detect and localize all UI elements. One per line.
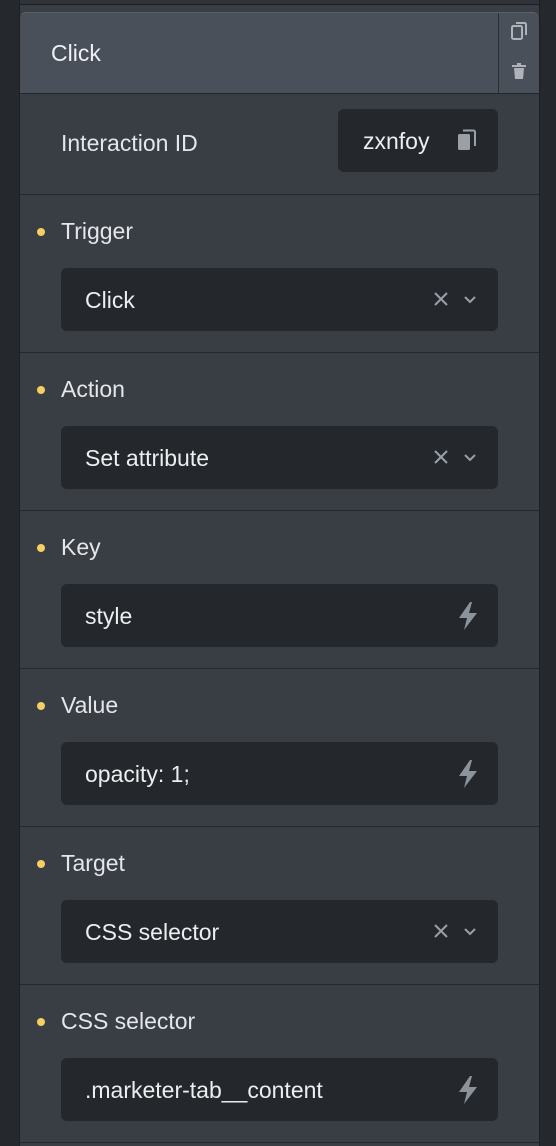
target-label: Target	[61, 850, 125, 876]
action-label: Action	[61, 376, 125, 402]
interaction-panel: Click Interaction ID zxnfoy Trigger Clic…	[19, 0, 540, 1146]
trigger-value: Click	[85, 287, 135, 313]
status-dot	[37, 860, 45, 868]
clear-icon[interactable]	[432, 922, 450, 940]
target-value: CSS selector	[85, 919, 220, 945]
interaction-id-value: zxnfoy	[363, 128, 430, 154]
dynamic-data-icon[interactable]	[456, 1075, 480, 1105]
chevron-down-icon[interactable]	[462, 291, 478, 307]
chevron-down-icon[interactable]	[462, 923, 478, 939]
key-input[interactable]: style	[61, 584, 498, 647]
status-dot	[37, 544, 45, 552]
clear-icon[interactable]	[432, 448, 450, 466]
interaction-header[interactable]: Click	[20, 12, 539, 94]
dynamic-data-icon[interactable]	[456, 601, 480, 631]
action-row: Action Set attribute	[20, 353, 539, 511]
trigger-label: Trigger	[61, 218, 133, 244]
css-selector-row: CSS selector .marketer-tab__content	[20, 985, 539, 1143]
key-row: Key style	[20, 511, 539, 669]
clear-icon[interactable]	[432, 290, 450, 308]
interaction-id-field[interactable]: zxnfoy	[338, 109, 498, 172]
status-dot	[37, 386, 45, 394]
header-actions	[498, 13, 539, 93]
value-label: Value	[61, 692, 119, 718]
value-value: opacity: 1;	[85, 761, 190, 787]
css-selector-input[interactable]: .marketer-tab__content	[61, 1058, 498, 1121]
target-row: Target CSS selector	[20, 827, 539, 985]
dynamic-data-icon[interactable]	[456, 759, 480, 789]
action-select[interactable]: Set attribute	[61, 426, 498, 489]
previous-item-edge	[20, 0, 539, 5]
trigger-row: Trigger Click	[20, 195, 539, 353]
status-dot	[37, 702, 45, 710]
target-select[interactable]: CSS selector	[61, 900, 498, 963]
trigger-select[interactable]: Click	[61, 268, 498, 331]
copy-icon[interactable]	[509, 21, 529, 41]
key-label: Key	[61, 534, 101, 560]
chevron-down-icon[interactable]	[462, 449, 478, 465]
interaction-id-label: Interaction ID	[61, 130, 198, 156]
interaction-id-row: Interaction ID zxnfoy	[20, 93, 539, 195]
css-selector-value: .marketer-tab__content	[85, 1077, 323, 1103]
status-dot	[37, 1018, 45, 1026]
interaction-title: Click	[51, 40, 101, 66]
value-row: Value opacity: 1;	[20, 669, 539, 827]
value-input[interactable]: opacity: 1;	[61, 742, 498, 805]
action-value: Set attribute	[85, 445, 210, 471]
trash-icon[interactable]	[509, 61, 529, 81]
status-dot	[37, 228, 45, 236]
css-selector-label: CSS selector	[61, 1008, 196, 1034]
copy-icon[interactable]	[457, 129, 479, 153]
key-value: style	[85, 603, 133, 629]
